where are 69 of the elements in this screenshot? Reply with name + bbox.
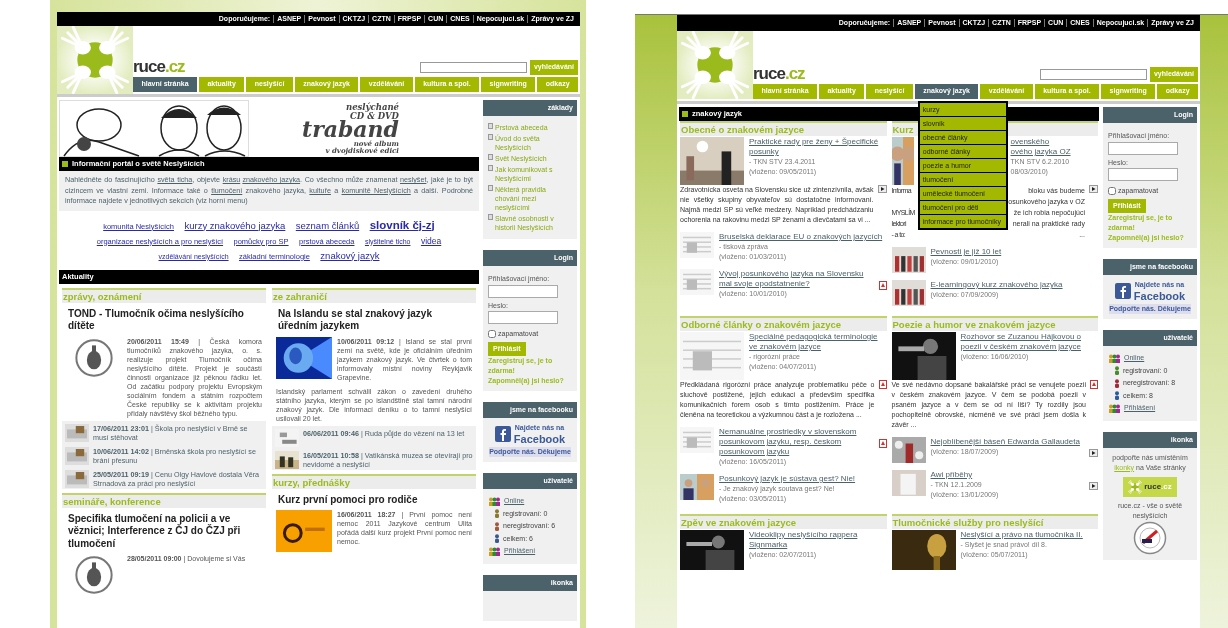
category-heading: Poezie a humor ve znakovém jazyce [891, 316, 1098, 331]
page-icon [488, 214, 493, 220]
people-icon [488, 496, 501, 506]
article-link[interactable]: Nemanuálne prostriedky v slovenskom posunkovom jazyku, resp. českom posunkovom jazyku [719, 427, 874, 457]
article-link[interactable]: Posunkový jazyk je sústava gest? Nie! [719, 474, 887, 484]
article-link[interactable]: Speciálně pedagogická terminologie ve znakovém jazyce [749, 332, 887, 352]
play-icon [1089, 482, 1098, 490]
category-heading: Odborné články o znakovém jazyce [680, 316, 887, 331]
banner-text: CD & DVD [350, 111, 399, 121]
tag-link[interactable]: seznam článků [295, 219, 360, 231]
article-link[interactable]: ovenského [1010, 137, 1098, 147]
article-title[interactable]: Specifika tlumočení na policii a ve věznici; Interference z ČJ do ČZJ při tlumočení [68, 512, 260, 550]
category-heading: kurzy, přednášky [272, 473, 476, 489]
tag-link[interactable]: slovník čj-zj [369, 218, 435, 231]
category-heading: Tlumočnické služby pro neslyšící [891, 514, 1098, 529]
article-link[interactable]: Videoklipy neslyšícího rappera Signmarka [749, 530, 887, 550]
page-icon [488, 185, 493, 191]
square-icon [682, 111, 688, 117]
pdf-icon [878, 281, 887, 290]
square-icon [62, 161, 68, 167]
facebook-wordmark: Facebook [513, 433, 566, 445]
remember-checkbox[interactable] [1108, 187, 1116, 196]
article-link[interactable]: ového jazyka OZ [1010, 147, 1098, 157]
category-heading: Obecné o znakovém jazyce [680, 121, 887, 136]
play-icon [1089, 449, 1098, 457]
people-icon [1108, 403, 1121, 413]
pdf-icon [878, 439, 887, 448]
article-link[interactable]: Praktické rady pre ženy + Špecifické posunky [749, 137, 887, 157]
site-name: ruce.cz [133, 58, 185, 75]
article-link[interactable]: Pevnosti je již 10 let [930, 247, 1098, 257]
search-field[interactable] [1039, 69, 1147, 80]
banner-text: traband [301, 120, 399, 140]
play-icon [1089, 185, 1098, 193]
category-heading: zprávy, oznámení [62, 287, 266, 303]
pdf-icon [1090, 380, 1098, 389]
site-badge: ruce.cz [1123, 476, 1177, 497]
article-link[interactable]: Bruselská deklarace EU o znakových jazycích [719, 232, 887, 242]
search-field[interactable] [419, 62, 527, 73]
password-field[interactable] [488, 311, 558, 324]
article-link[interactable]: Vývoj posunkového jazyka na Slovensku mal svoje opodstatnenie? [719, 269, 874, 289]
article-link[interactable]: Nejoblíbenější báseň Edwarda Gallaudeta [930, 437, 1084, 447]
facebook-icon [494, 425, 511, 442]
article-title[interactable]: TOND - Tlumočník očima neslyšícího dítěte [68, 307, 260, 333]
article-link[interactable]: Neslyšící a právo na tlumočníka II. [960, 530, 1098, 540]
people-icon [1108, 353, 1121, 363]
username-field[interactable] [1108, 141, 1178, 155]
site-name: ruce.cz [753, 65, 805, 82]
remember-checkbox[interactable] [488, 330, 496, 339]
password-field[interactable] [1108, 168, 1178, 181]
archive-stamp-icon [1133, 520, 1167, 555]
username-field[interactable] [488, 284, 558, 298]
facebook-wordmark: Facebook [1133, 290, 1186, 302]
article-link[interactable]: E-learningový kurz znakového jazyka [930, 280, 1098, 290]
category-heading: semináře, konference [62, 492, 266, 508]
banner-text: neslýchané [346, 103, 399, 112]
article-title[interactable]: Na Islandu se stal znakový jazyk úředním jazykem [278, 307, 470, 333]
facebook-icon [1114, 282, 1131, 299]
article-link[interactable]: Awi příběhy [930, 470, 1084, 480]
tag-link[interactable]: videa [420, 235, 442, 246]
article-link[interactable]: Rozhovor se Zuzanou Hájkovou o poezii v českém znakovém jazyce [960, 332, 1098, 352]
category-heading: Zpěv ve znakovém jazyce [680, 514, 887, 529]
tag-link[interactable]: znakový jazyk [320, 249, 380, 261]
article-title[interactable]: Kurz první pomoci pro rodiče [278, 493, 470, 506]
hands-logo-icon [1128, 479, 1143, 494]
tag-link[interactable]: kurzy znakového jazyka [184, 219, 286, 231]
play-icon [877, 185, 887, 193]
pdf-icon [878, 380, 887, 389]
people-icon [488, 546, 501, 556]
category-heading: ze zahraničí [272, 287, 476, 303]
